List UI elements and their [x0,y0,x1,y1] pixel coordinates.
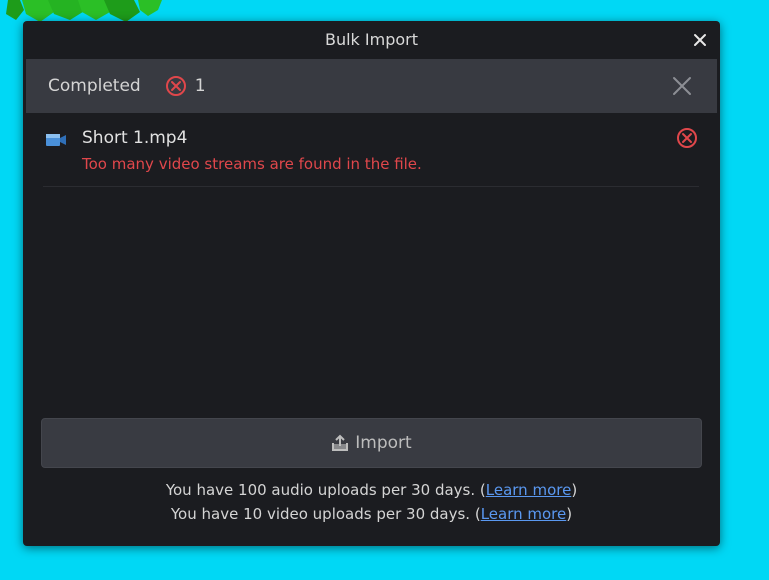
file-error-message: Too many video streams are found in the … [82,155,422,173]
video-quota-text: You have 10 video uploads per 30 days. (… [23,505,720,523]
import-button[interactable]: Import [41,418,702,468]
video-quota-label: You have 10 video uploads per 30 days. ( [170,505,481,523]
audio-quota-label: You have 100 audio uploads per 30 days. … [165,481,486,499]
audio-learn-more-link[interactable]: Learn more [486,481,572,499]
bulk-import-dialog: Bulk Import Completed 1 Short 1.mp4 Too … [23,21,720,546]
import-button-label: Import [355,433,412,453]
dialog-title: Bulk Import [324,30,418,49]
file-name: Short 1.mp4 [82,128,188,148]
upload-icon [332,434,349,451]
status-label: Completed [48,76,141,96]
close-icon[interactable] [690,30,710,50]
audio-quota-suffix: ) [571,481,578,499]
dialog-titlebar: Bulk Import [23,21,720,59]
error-icon [165,76,186,96]
status-bar: Completed 1 [26,59,717,113]
video-file-icon [46,134,66,146]
file-error-icon [677,128,697,148]
file-list-item: Short 1.mp4 Too many video streams are f… [43,117,699,187]
video-learn-more-link[interactable]: Learn more [481,505,567,523]
error-count: 1 [194,76,206,96]
video-quota-suffix: ) [566,505,573,523]
dismiss-icon[interactable] [671,75,693,97]
audio-quota-text: You have 100 audio uploads per 30 days. … [23,481,720,499]
